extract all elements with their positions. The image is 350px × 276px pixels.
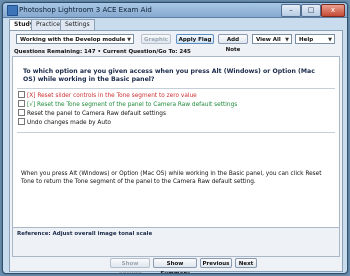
checkbox-icon[interactable] [18,118,25,125]
chevron-down-icon: ▼ [285,37,289,43]
question-status: Questions Remaining: 147 • Current Quest… [14,49,191,55]
answer-option-label: [X] Reset slider controls in the Tone se… [27,93,197,99]
minimize-button[interactable]: – [281,4,301,17]
chevron-down-icon: ▼ [328,37,332,43]
chevron-down-icon: ▼ [127,37,131,43]
answer-option[interactable]: [√] Reset the Tone segment of the panel … [18,100,238,109]
title-bar: Photoshop Lightroom 3 ACE Exam Aid – □ x [3,3,347,18]
answer-option[interactable]: Reset the panel to Camera Raw default se… [18,109,166,118]
question-text: To which option are you given access whe… [23,68,315,83]
answer-option[interactable]: [X] Reset slider controls in the Tone se… [18,91,197,100]
question-area: To which option are you given access whe… [12,56,340,228]
graphic-button[interactable]: Graphic [141,34,171,44]
answer-option[interactable]: Undo changes made by Auto [18,118,111,127]
app-icon [7,5,18,16]
help-select[interactable]: Help ▼ [295,34,335,44]
apply-flag-button[interactable]: Apply Flag [176,34,214,44]
answer-option-label: Reset the panel to Camera Raw default se… [27,111,166,117]
add-note-button[interactable]: Add Note [218,34,248,53]
toolbar: Working with the Develop module ▼ Graphi… [10,31,342,53]
view-select[interactable]: View All ▼ [252,34,292,44]
divider [17,88,335,89]
tab-settings[interactable]: Settings [60,19,95,30]
window-title: Photoshop Lightroom 3 ACE Exam Aid [19,6,152,14]
show-answer-button[interactable]: Show Answer [110,258,150,273]
reference-text: Reference: Adjust overall image tonal sc… [17,231,153,237]
next-button[interactable]: Next [235,258,257,268]
checkbox-checked-icon[interactable] [18,100,25,107]
answer-option-label: [√] Reset the Tone segment of the panel … [27,102,238,108]
module-select[interactable]: Working with the Develop module ▼ [16,34,134,44]
show-summary-button[interactable]: Show Summary [153,258,197,273]
app-window: Photoshop Lightroom 3 ACE Exam Aid – □ x… [2,2,348,274]
view-select-value: View All [256,37,281,43]
checkbox-checked-icon[interactable] [18,91,25,98]
previous-button[interactable]: Previous [200,258,232,268]
checkbox-icon[interactable] [18,109,25,116]
divider [17,132,335,133]
answer-option-label: Undo changes made by Auto [27,120,111,126]
close-button[interactable]: x [321,4,345,17]
study-panel: Working with the Develop module ▼ Graphi… [9,30,343,273]
reference-box: Reference: Adjust overall image tonal sc… [12,227,340,257]
module-select-value: Working with the Develop module [20,37,126,43]
help-select-value: Help [299,37,314,43]
maximize-button[interactable]: □ [301,4,321,17]
footer-bar: Show Answer Show Summary Previous Next [10,257,342,273]
explanation-text: When you press Alt (Windows) or Option (… [21,171,322,185]
